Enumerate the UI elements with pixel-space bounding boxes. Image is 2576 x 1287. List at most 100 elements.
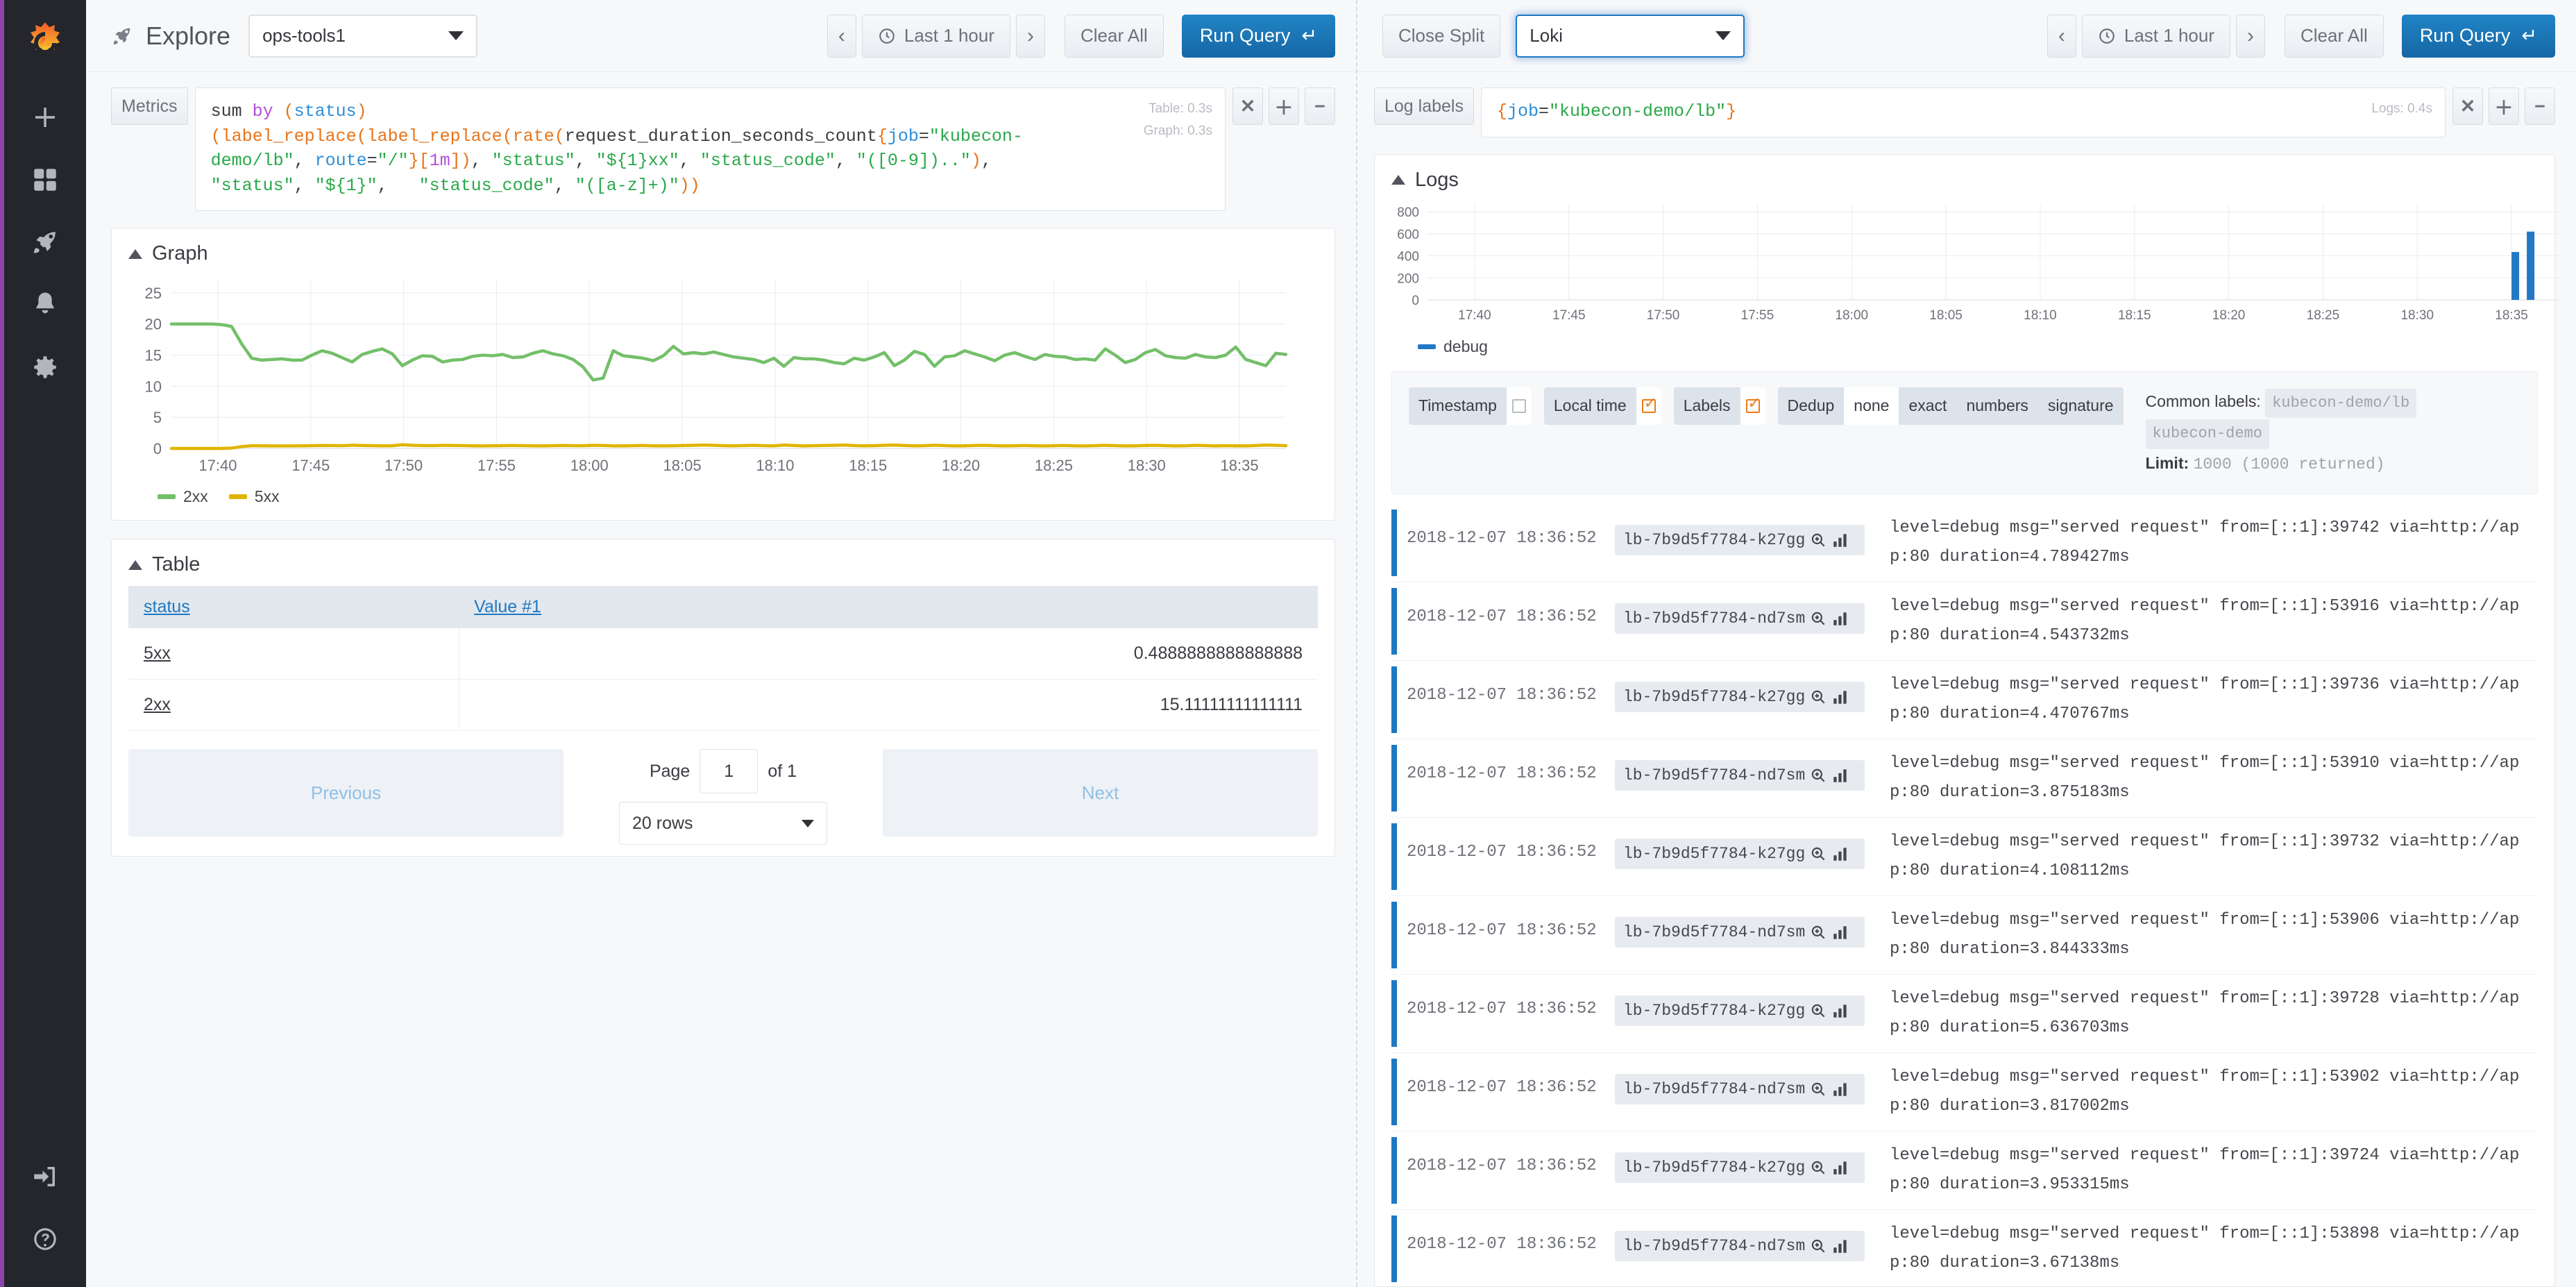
log-label-chip[interactable]: lb-7b9d5f7784-nd7sm (1615, 1231, 1865, 1261)
show-stats-icon[interactable] (1831, 609, 1849, 628)
log-label-chip[interactable]: lb-7b9d5f7784-k27gg (1615, 682, 1865, 712)
run-query-button-left[interactable]: Run Query ↵ (1182, 15, 1335, 58)
log-row[interactable]: 2018-12-07 18:36:52lb-7b9d5f7784-nd7smle… (1391, 739, 2538, 818)
sidebar-item-add[interactable] (2, 86, 88, 149)
log-label-chip[interactable]: lb-7b9d5f7784-nd7sm (1615, 1074, 1865, 1104)
add-query-button[interactable]: ＋ (2489, 87, 2519, 125)
log-label-chip[interactable]: lb-7b9d5f7784-nd7sm (1615, 917, 1865, 948)
datasource-picker-right[interactable]: Loki (1516, 15, 1745, 58)
show-stats-icon[interactable] (1831, 1237, 1849, 1255)
log-row[interactable]: 2018-12-07 18:36:52lb-7b9d5f7784-nd7smle… (1391, 582, 2538, 661)
legend-swatch-2xx (158, 494, 176, 499)
sidebar-item-help[interactable] (2, 1208, 88, 1270)
add-query-button[interactable]: ＋ (1269, 87, 1299, 125)
show-stats-icon[interactable] (1831, 1080, 1849, 1098)
filter-for-value-icon[interactable] (1809, 1159, 1827, 1177)
show-stats-icon[interactable] (1831, 1159, 1849, 1177)
filter-for-value-icon[interactable] (1809, 688, 1827, 706)
rows-per-page-select[interactable]: 20 rows (619, 802, 827, 845)
log-row[interactable]: 2018-12-07 18:36:52lb-7b9d5f7784-k27ggle… (1391, 1132, 2538, 1210)
log-label-chip[interactable]: lb-7b9d5f7784-nd7sm (1615, 760, 1865, 791)
sidebar-item-configuration[interactable] (2, 336, 88, 398)
log-label-chip[interactable]: lb-7b9d5f7784-k27gg (1615, 839, 1865, 869)
log-label-chip[interactable]: lb-7b9d5f7784-k27gg (1615, 1152, 1865, 1183)
close-split-button[interactable]: Close Split (1382, 15, 1500, 58)
log-row[interactable]: 2018-12-07 18:36:52lb-7b9d5f7784-k27ggle… (1391, 661, 2538, 739)
logs-histogram-chart[interactable]: 020040060080017:4017:4517:5017:5518:0018… (1391, 199, 2571, 330)
svg-text:18:20: 18:20 (942, 457, 980, 474)
log-row[interactable]: 2018-12-07 18:36:52lb-7b9d5f7784-nd7smle… (1391, 1210, 2538, 1286)
collapse-query-button[interactable]: − (1305, 87, 1335, 125)
remove-query-button[interactable]: ✕ (2452, 87, 2483, 125)
dedup-option-numbers[interactable]: numbers (1956, 387, 2037, 425)
table-panel-header[interactable]: Table (128, 553, 1318, 576)
grafana-logo[interactable] (2, 0, 88, 86)
page-input[interactable] (700, 749, 758, 793)
status-link[interactable]: 2xx (144, 695, 171, 714)
common-label-chip[interactable]: kubecon-demo (2146, 419, 2269, 449)
time-shift-back-button[interactable]: ‹ (827, 15, 856, 58)
log-row[interactable]: 2018-12-07 18:36:52lb-7b9d5f7784-nd7smle… (1391, 896, 2538, 975)
show-stats-icon[interactable] (1831, 766, 1849, 784)
log-row[interactable]: 2018-12-07 18:36:52lb-7b9d5f7784-nd7smle… (1391, 1053, 2538, 1132)
dedup-option-signature[interactable]: signature (2038, 387, 2124, 425)
run-query-button-right[interactable]: Run Query ↵ (2402, 15, 2555, 58)
log-row[interactable]: 2018-12-07 18:36:52lb-7b9d5f7784-k27ggle… (1391, 818, 2538, 896)
filter-for-value-icon[interactable] (1809, 1080, 1827, 1098)
log-row[interactable]: 2018-12-07 18:36:52lb-7b9d5f7784-k27ggle… (1391, 504, 2538, 582)
datasource-picker-left[interactable]: ops-tools1 (248, 15, 477, 58)
graph-panel-header[interactable]: Graph (128, 242, 1318, 265)
remove-query-button[interactable]: ✕ (1232, 87, 1263, 125)
promql-query-field[interactable]: sum by (status) (label_replace(label_rep… (195, 87, 1226, 211)
dedup-option-exact[interactable]: exact (1899, 387, 1956, 425)
filter-for-value-icon[interactable] (1809, 531, 1827, 549)
time-range-button-left[interactable]: Last 1 hour (862, 15, 1010, 58)
next-page-button[interactable]: Next (883, 749, 1318, 836)
time-range-button-right[interactable]: Last 1 hour (2082, 15, 2230, 58)
collapse-query-button[interactable]: − (2525, 87, 2555, 125)
sidebar-item-signin[interactable] (2, 1145, 88, 1208)
sidebar-item-dashboards[interactable] (2, 149, 88, 211)
clear-all-button-right[interactable]: Clear All (2285, 15, 2384, 58)
time-range-label: Last 1 hour (904, 25, 994, 47)
clear-all-button-left[interactable]: Clear All (1065, 15, 1164, 58)
time-shift-forward-button[interactable]: › (2236, 15, 2265, 58)
legend-item-5xx[interactable]: 5xx (229, 487, 280, 506)
timestamp-toggle[interactable]: Timestamp (1409, 387, 1532, 425)
filter-for-value-icon[interactable] (1809, 845, 1827, 863)
log-timestamp: 2018-12-07 18:36:52 (1407, 906, 1615, 940)
filter-for-value-icon[interactable] (1809, 1002, 1827, 1020)
show-stats-icon[interactable] (1831, 531, 1849, 549)
graph-chart[interactable]: 051015202517:4017:4517:5017:5518:0018:05… (128, 272, 1294, 480)
legend-item-2xx[interactable]: 2xx (158, 487, 208, 506)
show-stats-icon[interactable] (1831, 845, 1849, 863)
filter-for-value-icon[interactable] (1809, 609, 1827, 628)
log-label-chip[interactable]: lb-7b9d5f7784-k27gg (1615, 995, 1865, 1026)
time-shift-back-button[interactable]: ‹ (2047, 15, 2076, 58)
labels-toggle[interactable]: Labels (1674, 387, 1765, 425)
status-link[interactable]: 5xx (144, 644, 171, 663)
log-row[interactable]: 2018-12-07 18:36:52lb-7b9d5f7784-k27ggle… (1391, 975, 2538, 1053)
show-stats-icon[interactable] (1831, 1002, 1849, 1020)
local-time-toggle[interactable]: Local time (1544, 387, 1661, 425)
logql-query-field[interactable]: {job="kubecon-demo/lb"} Logs: 0.4s (1481, 87, 2446, 137)
labels-checkbox-box (1740, 387, 1765, 425)
time-shift-forward-button[interactable]: › (1016, 15, 1045, 58)
legend-item-debug[interactable]: debug (1418, 337, 1488, 356)
column-header-status[interactable]: status (128, 586, 459, 628)
common-label-chip[interactable]: kubecon-demo/lb (2265, 389, 2416, 419)
sidebar-item-alerting[interactable] (2, 274, 88, 336)
column-header-value[interactable]: Value #1 (459, 586, 1318, 628)
filter-for-value-icon[interactable] (1809, 923, 1827, 941)
dedup-option-none[interactable]: none (1844, 387, 1899, 425)
previous-page-button[interactable]: Previous (128, 749, 564, 836)
log-label-chip[interactable]: lb-7b9d5f7784-nd7sm (1615, 603, 1865, 634)
filter-for-value-icon[interactable] (1809, 1237, 1827, 1255)
show-stats-icon[interactable] (1831, 923, 1849, 941)
sidebar-item-explore[interactable] (2, 211, 88, 274)
filter-for-value-icon[interactable] (1809, 766, 1827, 784)
log-label-chip[interactable]: lb-7b9d5f7784-k27gg (1615, 525, 1865, 555)
show-stats-icon[interactable] (1831, 688, 1849, 706)
svg-text:18:35: 18:35 (1221, 457, 1259, 474)
logs-panel-header[interactable]: Logs (1391, 169, 2538, 192)
